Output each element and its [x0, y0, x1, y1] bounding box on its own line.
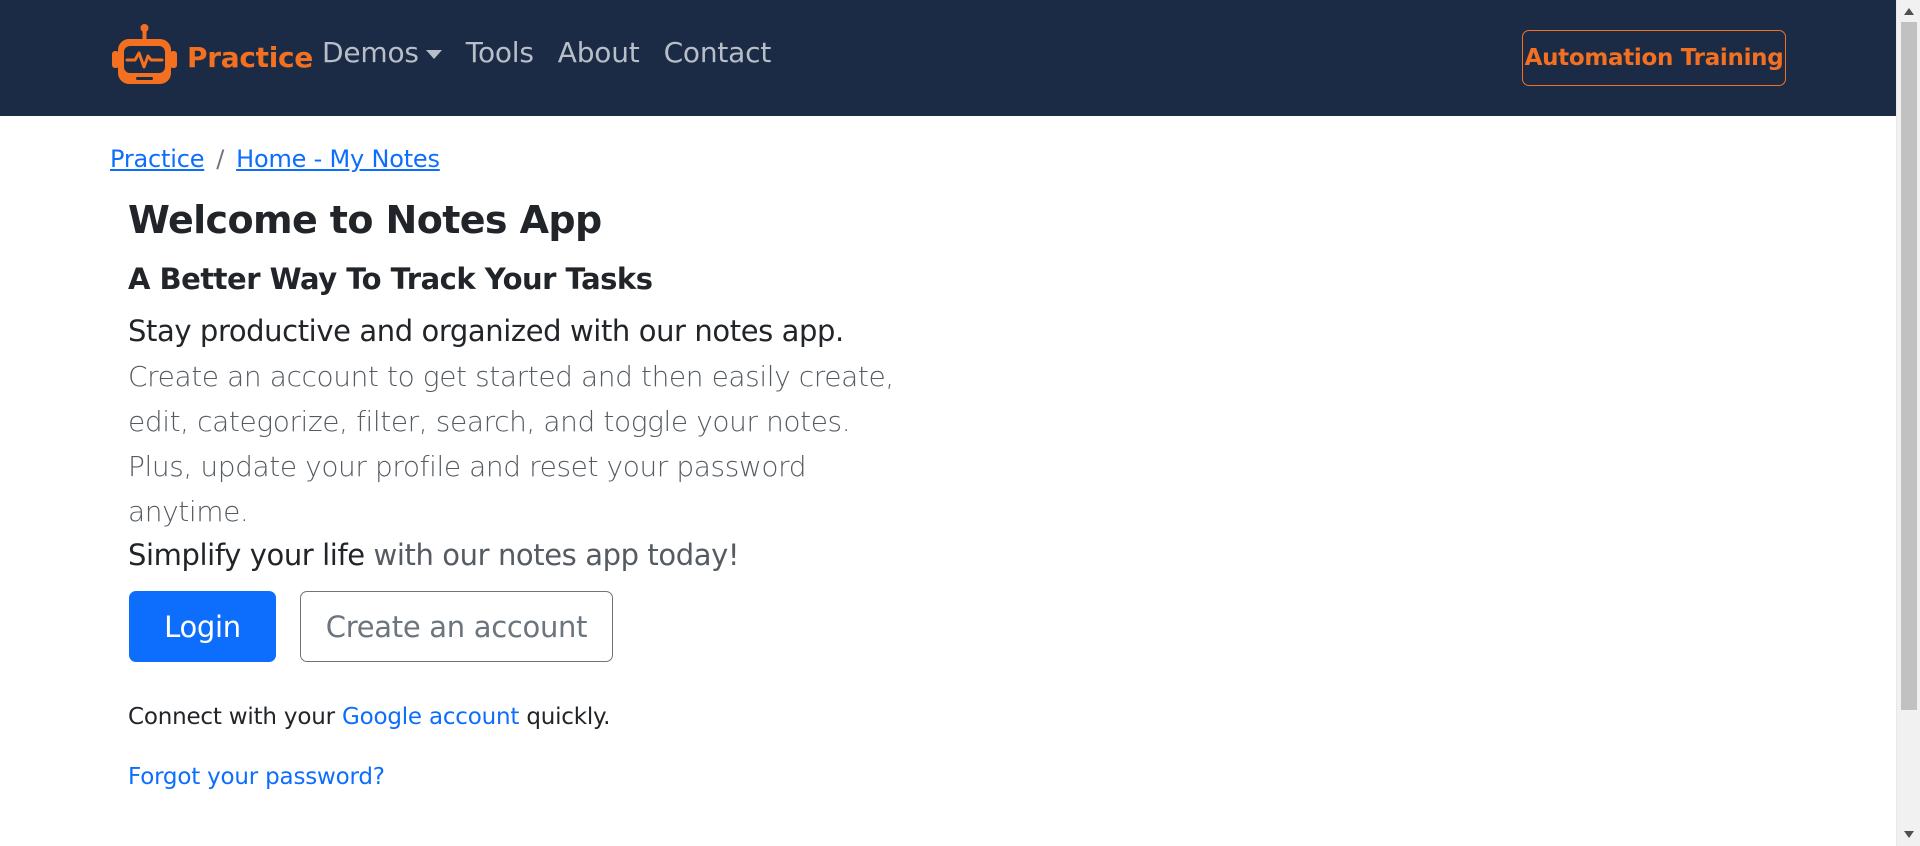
main-nav: Demos Tools About Contact	[322, 36, 795, 69]
scroll-down-icon[interactable]	[1904, 831, 1914, 838]
nav-item-label: Tools	[465, 36, 534, 69]
simplify-rest: with our notes app today!	[364, 538, 740, 572]
simplify-text: Simplify your life with our notes app to…	[128, 538, 739, 572]
page-title: Welcome to Notes App	[128, 198, 602, 242]
nav-item-demos[interactable]: Demos	[322, 36, 442, 69]
scroll-up-icon[interactable]	[1904, 8, 1914, 15]
caret-down-icon	[425, 49, 442, 59]
google-account-link[interactable]: Google account	[342, 704, 519, 730]
brand-label: Practice	[187, 40, 313, 74]
connect-suffix: quickly.	[519, 704, 611, 730]
vertical-scrollbar[interactable]	[1896, 0, 1920, 846]
page-viewport: Practice Demos Tools About Contact Autom…	[0, 0, 1896, 846]
nav-item-contact[interactable]: Contact	[664, 36, 772, 69]
nav-item-label: About	[557, 36, 640, 69]
forgot-password-link[interactable]: Forgot your password?	[128, 764, 385, 790]
nav-item-tools[interactable]: Tools	[466, 36, 534, 69]
nav-item-label: Contact	[663, 36, 772, 69]
nav-item-label: Demos	[322, 36, 419, 69]
page-subtitle: A Better Way To Track Your Tasks	[128, 262, 653, 296]
lead-text: Stay productive and organized with our n…	[128, 314, 844, 348]
description-text: Create an account to get started and the…	[128, 360, 894, 528]
top-navbar: Practice Demos Tools About Contact Autom…	[0, 0, 1896, 116]
brand[interactable]: Practice	[110, 22, 313, 92]
breadcrumb-item-practice[interactable]: Practice	[110, 145, 204, 173]
automation-training-button[interactable]: Automation Training	[1522, 30, 1786, 86]
simplify-strong: Simplify your life	[128, 538, 365, 572]
create-account-button[interactable]: Create an account	[300, 591, 613, 662]
breadcrumb-separator: /	[216, 145, 225, 173]
login-button[interactable]: Login	[129, 591, 276, 662]
robot-icon	[110, 23, 179, 92]
google-connect-text: Connect with your Google account quickly…	[128, 704, 610, 730]
scrollbar-thumb[interactable]	[1901, 22, 1917, 710]
nav-item-about[interactable]: About	[558, 36, 640, 69]
breadcrumb-item-home[interactable]: Home - My Notes	[236, 145, 440, 173]
connect-prefix: Connect with your	[128, 704, 342, 730]
breadcrumb: Practice / Home - My Notes	[110, 145, 440, 173]
